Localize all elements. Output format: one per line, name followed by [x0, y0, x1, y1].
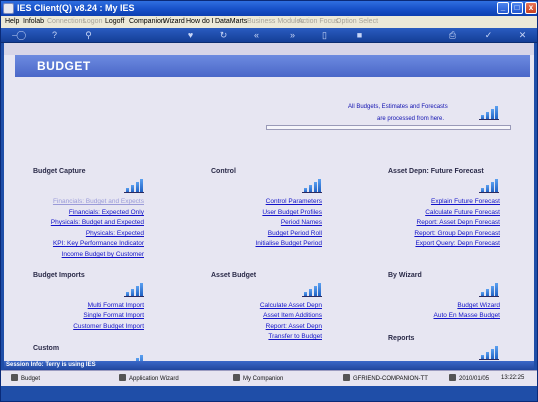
link-period-names[interactable]: Period Names: [281, 219, 322, 226]
back-icon[interactable]: «: [251, 30, 262, 41]
link-control-parameters[interactable]: Control Parameters: [266, 198, 322, 205]
menu-how-do-i[interactable]: How do I: [186, 16, 214, 28]
maximize-button[interactable]: □: [511, 2, 523, 14]
server-icon: [343, 374, 350, 381]
key-icon[interactable]: ⎯◯: [9, 30, 29, 41]
print-icon[interactable]: ⎙: [447, 30, 458, 41]
link-report-asset-depn-forecast[interactable]: Report: Asset Depn Forecast: [417, 219, 500, 226]
link-report-asset-depn[interactable]: Report: Asset Depn: [266, 323, 322, 330]
budget-module-icon: [11, 374, 18, 381]
status-taskbar: Budget Application Wizard My Companion G…: [1, 370, 537, 386]
link-budget-period-roll[interactable]: Budget Period Roll: [268, 230, 322, 237]
forward-icon[interactable]: »: [287, 30, 298, 41]
info-line-1: All Budgets, Estimates and Forecasts: [348, 104, 448, 110]
refresh-icon[interactable]: ↻: [218, 30, 229, 41]
page-title: BUDGET: [37, 59, 91, 73]
app-icon: [3, 3, 14, 14]
toolbar: ⎯◯ ? ⚲ ♥ ↻ « » ▯ ■ ⎙ ✓ ✕: [1, 28, 537, 43]
link-export-query-depn-forecast[interactable]: Export Query: Depn Forecast: [415, 240, 500, 247]
wizard-icon: [119, 374, 126, 381]
asset-budget-heading: Asset Budget: [211, 272, 257, 279]
budget-imports-heading: Budget Imports: [33, 272, 85, 279]
page-banner: BUDGET: [15, 55, 530, 77]
link-report-group-depn-forecast[interactable]: Report: Group Depn Forecast: [414, 230, 500, 237]
link-explain-future-forecast[interactable]: Explain Future Forecast: [431, 198, 500, 205]
link-income-budget-by-customer[interactable]: Income Budget by Customer: [62, 251, 144, 258]
menu-help[interactable]: Help: [5, 16, 19, 28]
budget-capture-heading: Budget Capture: [33, 168, 86, 175]
info-line-2: are processed from here.: [377, 116, 445, 122]
companion-icon: [233, 374, 240, 381]
application-window: IES Client(Q) v8.24 : My IES _ □ x Help …: [0, 0, 538, 402]
link-physicals-expected[interactable]: Physicals: Expected: [86, 230, 144, 237]
link-single-format-import[interactable]: Single Format Import: [83, 312, 144, 319]
link-user-budget-profiles[interactable]: User Budget Profiles: [262, 209, 322, 216]
budget-imports-icon[interactable]: [124, 283, 144, 297]
taskbar-server: GFRIEND-COMPANION-TT: [343, 374, 428, 384]
taskbar-time: 13:22:25: [501, 375, 525, 381]
progress-bar: [266, 125, 511, 130]
link-budget-wizard[interactable]: Budget Wizard: [457, 302, 500, 309]
session-info-text: Session Info: Terry is using IES: [6, 362, 96, 368]
link-initialise-budget-period[interactable]: Initialise Budget Period: [256, 240, 323, 247]
menu-option-select[interactable]: Option Select: [336, 16, 378, 28]
close-button[interactable]: x: [525, 2, 537, 14]
title-bar: IES Client(Q) v8.24 : My IES _ □ x: [1, 1, 537, 16]
taskbar-companion[interactable]: My Companion: [233, 374, 283, 384]
asset-depn-heading: Asset Depn: Future Forecast: [388, 168, 484, 175]
link-physicals-budget-expected[interactable]: Physicals: Budget and Expected: [51, 219, 144, 226]
close-icon[interactable]: ✕: [517, 30, 528, 41]
menu-wizard[interactable]: Wizard: [163, 16, 185, 28]
link-asset-item-additions[interactable]: Asset Item Additions: [263, 312, 322, 319]
control-icon[interactable]: [302, 179, 322, 193]
budget-chart-icon: [479, 106, 499, 120]
minimize-button[interactable]: _: [497, 2, 509, 14]
reports-heading: Reports: [388, 335, 415, 342]
by-wizard-heading: By Wizard: [388, 272, 422, 279]
link-kpi[interactable]: KPI: Key Performance Indicator: [53, 240, 144, 247]
window-title: IES Client(Q) v8.24 : My IES: [17, 3, 135, 13]
taskbar-module[interactable]: Budget: [11, 374, 40, 384]
by-wizard-icon[interactable]: [479, 283, 499, 297]
heart-icon[interactable]: ♥: [185, 30, 196, 41]
link-auto-en-masse-budget[interactable]: Auto En Masse Budget: [434, 312, 501, 319]
budget-capture-icon[interactable]: [124, 179, 144, 193]
menu-business-modules[interactable]: Business Modules: [247, 16, 304, 28]
menu-datamarts[interactable]: DataMarts: [215, 16, 247, 28]
link-transfer-to-budget[interactable]: Transfer to Budget: [268, 333, 322, 340]
asset-budget-icon[interactable]: [302, 283, 322, 297]
content-area: BUDGET All Budgets, Estimates and Foreca…: [4, 43, 534, 361]
ok-icon[interactable]: ✓: [483, 30, 494, 41]
help-icon[interactable]: ?: [49, 30, 60, 41]
menu-companion[interactable]: Companion: [129, 16, 165, 28]
document-icon[interactable]: ▯: [319, 30, 330, 41]
menu-action-focus[interactable]: Action Focus: [298, 16, 338, 28]
asset-depn-icon[interactable]: [479, 179, 499, 193]
link-calculate-asset-depn[interactable]: Calculate Asset Depn: [260, 302, 322, 309]
link-customer-budget-import[interactable]: Customer Budget Import: [73, 323, 144, 330]
search-icon[interactable]: ⚲: [83, 30, 94, 41]
clock-icon: [449, 374, 456, 381]
link-financials-expected-only[interactable]: Financials: Expected Only: [69, 209, 144, 216]
taskbar-date: 2010/01/05: [449, 374, 489, 384]
control-heading: Control: [211, 168, 236, 175]
custom-heading: Custom: [33, 345, 60, 352]
stop-icon[interactable]: ■: [354, 30, 365, 41]
link-calculate-future-forecast[interactable]: Calculate Future Forecast: [425, 209, 500, 216]
menu-connections[interactable]: Connections: [47, 16, 86, 28]
link-financials-budget-expects[interactable]: Financials: Budget and Expects: [53, 198, 144, 205]
menu-logoff[interactable]: Logoff: [105, 16, 124, 28]
menu-logon[interactable]: Logon: [83, 16, 102, 28]
taskbar-wizard[interactable]: Application Wizard: [119, 374, 179, 384]
session-info-bar: Session Info: Terry is using IES: [4, 361, 534, 370]
reports-icon[interactable]: [479, 346, 499, 360]
window-bottom-frame: [1, 386, 537, 401]
menu-bar: Help Infolab Connections Logon Logoff Co…: [1, 16, 537, 28]
top-strip: [4, 43, 534, 55]
menu-infolab[interactable]: Infolab: [23, 16, 44, 28]
link-multi-format-import[interactable]: Multi Format Import: [88, 302, 144, 309]
